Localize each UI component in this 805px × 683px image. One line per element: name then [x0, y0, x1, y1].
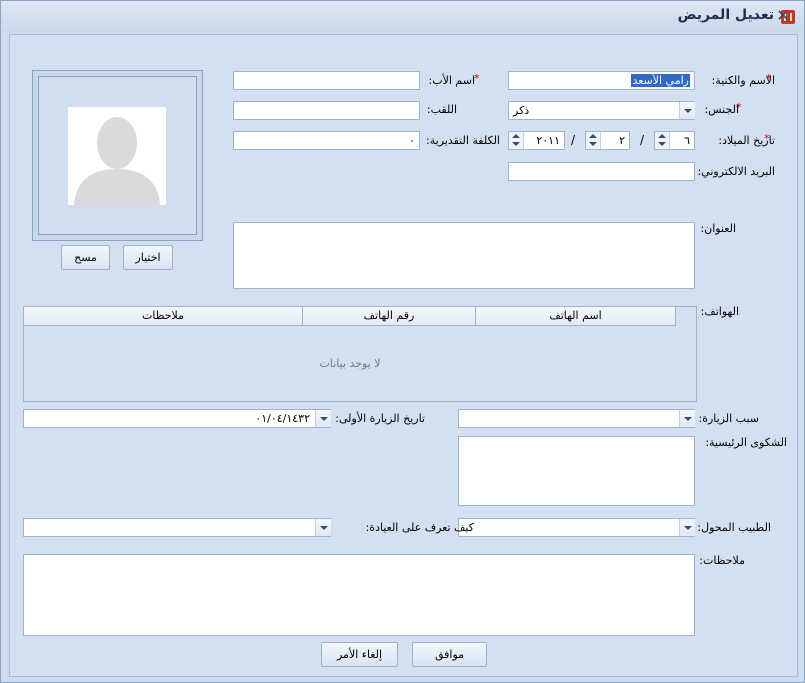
cancel-button[interactable]: إلغاء الأمر: [321, 642, 398, 667]
column-header-phone-number[interactable]: رقم الهاتف: [303, 307, 476, 326]
chief-complaint-textarea[interactable]: [458, 436, 695, 506]
email-field[interactable]: [508, 162, 695, 181]
address-textarea[interactable]: [233, 222, 695, 289]
chevron-down-icon[interactable]: [679, 410, 695, 427]
how-heard-label: كيف تعرف على العيادة:: [365, 521, 474, 534]
notes-label: ملاحظات:: [699, 554, 745, 567]
photo-frame: [32, 70, 203, 241]
birth-year-value: ٢٠١١: [536, 134, 560, 147]
referring-doctor-select[interactable]: [458, 518, 695, 537]
column-header-notes[interactable]: ملاحظات: [24, 307, 303, 326]
birth-month-spinner[interactable]: ٢: [585, 131, 630, 150]
birth-day-value: ٦: [684, 134, 690, 147]
estimated-cost-value: ٠: [409, 134, 415, 147]
gender-label: الجنس:: [704, 103, 739, 116]
gender-select[interactable]: ذكر: [508, 101, 695, 120]
full-name-field[interactable]: رامي الأسعد: [508, 71, 695, 90]
full-name-label: الاسم والكنية:: [711, 74, 775, 87]
ok-button[interactable]: موافق: [412, 642, 487, 667]
minimize-button[interactable]: [743, 9, 759, 25]
date-separator: /: [571, 133, 576, 147]
chevron-down-icon[interactable]: [315, 410, 331, 427]
title-bar: تعديل المريض: [1, 1, 804, 33]
column-header-phone-name[interactable]: اسم الهاتف: [476, 307, 676, 326]
empty-grid-message: لا يوجد بيانات: [319, 357, 381, 370]
patient-edit-window: تعديل المريض اختيار مسح * الاسم والكنية:…: [0, 0, 805, 683]
nickname-field[interactable]: [233, 101, 420, 120]
window-title: تعديل المريض: [677, 7, 774, 23]
clear-photo-button[interactable]: مسح: [61, 245, 110, 270]
photo-area: [38, 76, 197, 235]
spinner-arrows-icon[interactable]: [655, 132, 670, 149]
nickname-label: اللقب:: [426, 103, 457, 116]
person-placeholder-icon: [68, 107, 166, 205]
birth-day-spinner[interactable]: ٦: [654, 131, 695, 150]
spinner-arrows-icon[interactable]: [586, 132, 601, 149]
address-label: العنوان:: [700, 222, 736, 235]
form-body: اختيار مسح * الاسم والكنية: رامي الأسعد …: [9, 34, 798, 677]
close-icon: [778, 10, 788, 20]
email-label: البريد الالكتروني:: [697, 165, 775, 178]
choose-photo-button[interactable]: اختيار: [123, 245, 173, 270]
chevron-down-icon[interactable]: [315, 519, 331, 536]
birth-month-value: ٢: [619, 134, 625, 147]
first-visit-date-picker[interactable]: ٠١/٠٤/١٤٣٢: [23, 409, 331, 428]
chevron-down-icon[interactable]: [679, 102, 695, 119]
chevron-down-icon[interactable]: [679, 519, 695, 536]
gender-value: ذكر: [513, 104, 530, 117]
referring-doctor-label: الطبيب المحول:: [697, 521, 771, 534]
date-separator: /: [640, 133, 645, 147]
father-name-field[interactable]: [233, 71, 420, 90]
estimated-cost-field[interactable]: ٠: [233, 131, 420, 150]
phones-grid[interactable]: اسم الهاتف رقم الهاتف ملاحظات لا يوجد بي…: [23, 306, 697, 402]
father-name-label: اسم الأب:: [428, 74, 475, 87]
first-visit-date-value: ٠١/٠٤/١٤٣٢: [255, 412, 310, 425]
close-button[interactable]: [775, 9, 791, 25]
full-name-value: رامي الأسعد: [631, 74, 690, 87]
estimated-cost-label: الكلفة التقديرية:: [426, 134, 500, 147]
minimize-icon: [747, 17, 755, 19]
visit-reason-label: سبب الزيارة:: [698, 412, 759, 425]
chief-complaint-label: الشكوى الرئيسية:: [705, 436, 787, 449]
visit-reason-select[interactable]: [458, 409, 695, 428]
birth-date-label: تاريخ الميلاد:: [718, 134, 775, 147]
first-visit-date-label: تاريخ الزيارة الأولى:: [335, 412, 425, 425]
notes-textarea[interactable]: [23, 554, 695, 636]
how-heard-select[interactable]: [23, 518, 331, 537]
phones-label: الهواتف:: [700, 305, 739, 318]
spinner-arrows-icon[interactable]: [509, 132, 524, 149]
birth-year-spinner[interactable]: ٢٠١١: [508, 131, 565, 150]
